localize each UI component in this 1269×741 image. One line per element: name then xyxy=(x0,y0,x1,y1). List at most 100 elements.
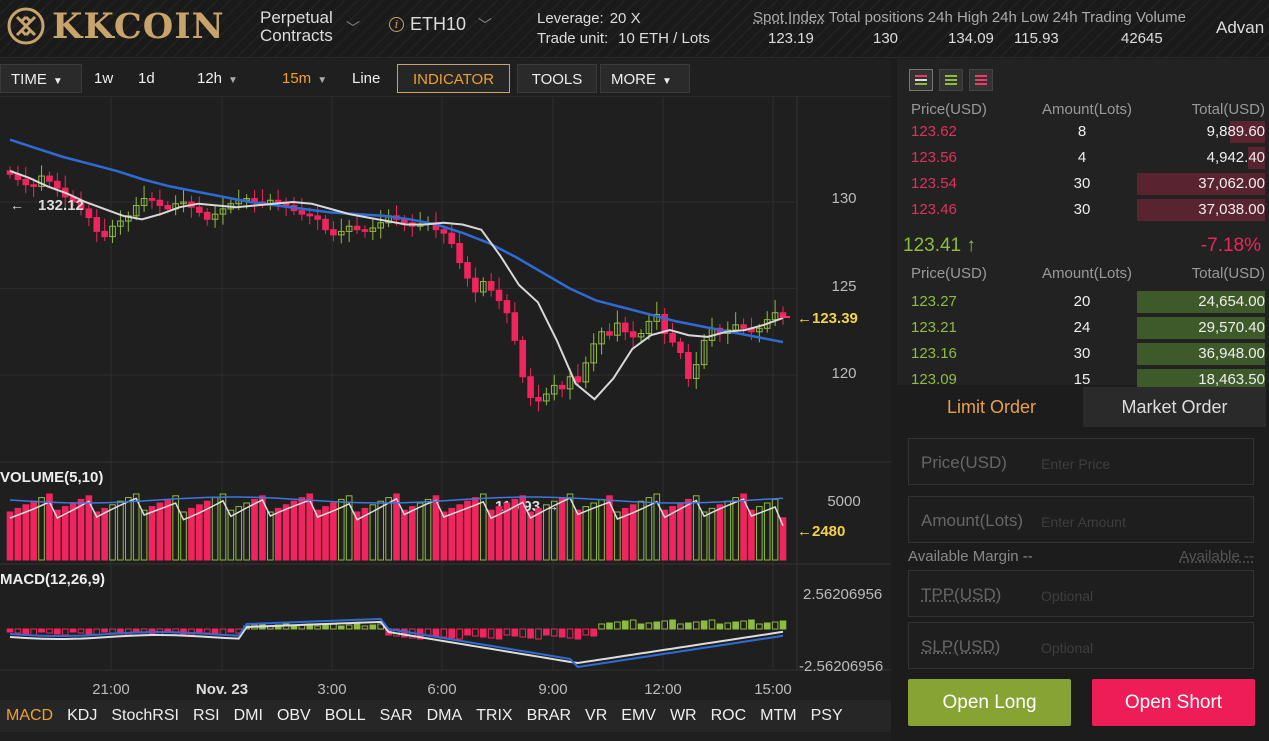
indicator-kdj[interactable]: KDJ xyxy=(67,707,97,725)
candle-body xyxy=(574,376,582,383)
tab-limit-order[interactable]: Limit Order xyxy=(900,387,1083,427)
indicator-obv[interactable]: OBV xyxy=(277,707,311,725)
time-dropdown[interactable]: TIME ▼ xyxy=(0,64,82,93)
time-axis-label: Nov. 23 xyxy=(196,681,248,698)
macd-bar xyxy=(527,628,534,639)
book-both-icon[interactable] xyxy=(909,69,933,91)
candle-body xyxy=(156,199,164,206)
indicator-dma[interactable]: DMA xyxy=(427,707,463,725)
bids-row[interactable]: 123.21 24 29,570.40 xyxy=(897,315,1269,341)
indicator-boll[interactable]: BOLL xyxy=(325,707,366,725)
kkcoin-logo[interactable]: KKCOIN xyxy=(6,6,225,47)
volume-bar xyxy=(164,498,172,561)
interval-1d[interactable]: 1d xyxy=(128,64,165,93)
time-axis-label: 21:00 xyxy=(92,681,130,698)
info-icon[interactable]: i xyxy=(389,17,404,32)
amount-placeholder: Enter Amount xyxy=(1041,514,1126,530)
candle-body xyxy=(472,277,479,293)
bids-total: 36,948.00 xyxy=(1198,345,1265,362)
price-chart-canvas[interactable]: 130 125 120 ← 132.12 115.93 → ← 123.39 V… xyxy=(0,97,891,700)
open-short-button[interactable]: Open Short xyxy=(1092,679,1255,726)
candle-body xyxy=(274,199,282,203)
macd-bar xyxy=(685,622,692,630)
time-label: TIME xyxy=(11,71,47,88)
asks-row[interactable]: 123.62 8 9,889.60 xyxy=(897,119,1269,145)
indicator-stochrsi[interactable]: StochRSI xyxy=(111,707,179,725)
stat-label-24h-low: 24h Low xyxy=(991,9,1049,26)
more-dropdown[interactable]: MORE ▼ xyxy=(600,64,690,93)
volume-bar xyxy=(77,498,85,561)
candle-body xyxy=(677,341,684,354)
indicator-vr[interactable]: VR xyxy=(585,707,607,725)
bids-row[interactable]: 123.27 20 24,654.00 xyxy=(897,289,1269,315)
indicator-brar[interactable]: BRAR xyxy=(527,707,571,725)
candle-body xyxy=(361,229,369,232)
trade-unit-value: 10 ETH / Lots xyxy=(618,30,710,47)
candle-body xyxy=(519,339,527,378)
volume-bar xyxy=(464,500,471,561)
asks-row[interactable]: 123.54 30 37,062.00 xyxy=(897,171,1269,197)
book-bids-icon[interactable] xyxy=(939,69,963,91)
macd-bar xyxy=(211,628,219,635)
advanced-link[interactable]: Advan xyxy=(1216,18,1264,38)
macd-bar xyxy=(464,628,471,636)
volume-bar xyxy=(456,504,463,561)
macd-bar xyxy=(448,628,456,639)
macd-bar xyxy=(22,628,30,635)
asks-row[interactable]: 123.56 4 4,942.40 xyxy=(897,145,1269,171)
macd-bar xyxy=(558,628,566,638)
asks-row[interactable]: 123.46 30 37,038.00 xyxy=(897,197,1269,223)
chart-toolbar: TIME ▼ 1w 1d 12h ▼ 15m ▼ Line INDICATOR TOO… xyxy=(0,59,891,97)
candle-body xyxy=(503,300,511,314)
macd-bar xyxy=(606,622,613,630)
contract-line2: Contracts xyxy=(260,26,333,45)
asks-amount: 30 xyxy=(1073,175,1091,192)
macd-bar xyxy=(322,624,329,630)
asks-amount: 30 xyxy=(1073,201,1091,218)
indicator-emv[interactable]: EMV xyxy=(621,707,656,725)
interval-1w[interactable]: 1w xyxy=(84,64,123,93)
available-link[interactable]: Available -- xyxy=(1179,548,1254,565)
macd-bar xyxy=(700,620,708,630)
caret-down-icon: ▼ xyxy=(662,76,672,87)
line-chart-toggle[interactable]: Line xyxy=(342,64,390,93)
price-field[interactable]: Price(USD) Enter Price xyxy=(908,438,1254,485)
indicator-sar[interactable]: SAR xyxy=(380,707,413,725)
bids-row[interactable]: 123.16 30 36,948.00 xyxy=(897,341,1269,367)
candle-body xyxy=(464,262,471,279)
price-axis-label: 125 xyxy=(831,278,856,295)
interval-12h-dropdown[interactable]: 12h ▼ xyxy=(187,64,248,93)
time-axis-label: 12:00 xyxy=(644,681,682,698)
tab-market-order[interactable]: Market Order xyxy=(1083,387,1266,427)
tpp-field[interactable]: TPP(USD) Optional xyxy=(908,570,1254,617)
slp-field[interactable]: SLP(USD) Optional xyxy=(908,622,1254,669)
open-long-button[interactable]: Open Long xyxy=(908,679,1071,726)
indicator-button[interactable]: INDICATOR xyxy=(397,64,510,93)
contract-type-select[interactable]: Perpetual Contracts ﹀ xyxy=(260,9,360,45)
macd-bar xyxy=(590,628,597,637)
indicator-psy[interactable]: PSY xyxy=(811,707,843,725)
last-price-arrow: ← xyxy=(797,310,812,327)
kkcoin-logo-icon xyxy=(7,7,45,45)
asks-price: 123.62 xyxy=(911,123,957,140)
stat-label-spot-index[interactable]: Spot Index xyxy=(753,9,825,26)
volume-bar xyxy=(408,506,416,561)
indicator-trix[interactable]: TRIX xyxy=(476,707,512,725)
volume-axis-label: 5000 xyxy=(827,493,860,510)
tools-button[interactable]: TOOLS xyxy=(517,64,597,93)
bids-total: 24,654.00 xyxy=(1198,293,1265,310)
indicator-macd[interactable]: MACD xyxy=(6,707,53,725)
indicator-roc[interactable]: ROC xyxy=(711,707,747,725)
price-axis-label: 130 xyxy=(831,190,856,207)
indicator-rsi[interactable]: RSI xyxy=(193,707,220,725)
interval-15m-dropdown[interactable]: 15m ▼ xyxy=(272,64,337,93)
candle-body xyxy=(487,281,495,291)
book-asks-icon[interactable] xyxy=(969,69,993,91)
indicator-wr[interactable]: WR xyxy=(670,707,697,725)
stat-value-24h-high: 134.09 xyxy=(948,30,994,47)
indicator-mtm[interactable]: MTM xyxy=(760,707,796,725)
candle-body xyxy=(148,198,156,201)
indicator-dmi[interactable]: DMI xyxy=(234,707,263,725)
amount-field[interactable]: Amount(Lots) Enter Amount xyxy=(908,496,1254,543)
symbol-select[interactable]: i ETH10 ﹀ xyxy=(389,14,492,35)
